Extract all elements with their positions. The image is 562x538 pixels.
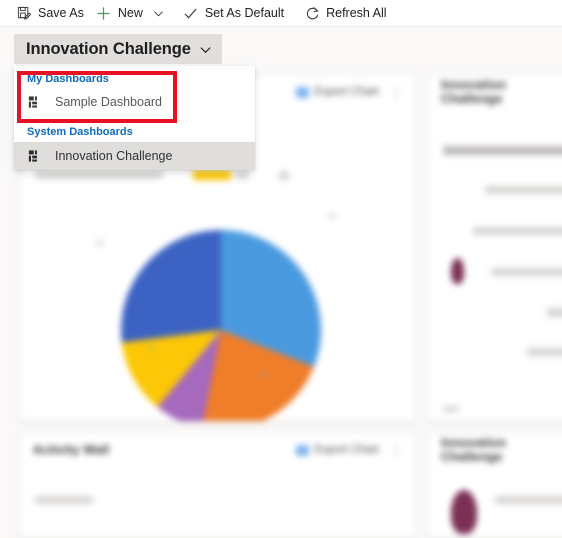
- tile-subtitle-ghost: [35, 171, 163, 179]
- new-button[interactable]: New: [90, 0, 149, 26]
- dashboard-icon: [27, 94, 43, 110]
- menu-item-label: Innovation Challenge: [55, 149, 173, 163]
- list-row-ghost: [547, 308, 562, 317]
- group-header-my-dashboards: My Dashboards: [27, 73, 109, 85]
- menu-item-sample-dashboard[interactable]: Sample Dashboard: [14, 89, 255, 114]
- legend-text-ghost: [235, 171, 249, 179]
- dashboard-selector-label: Innovation Challenge: [26, 39, 191, 58]
- tile-title: Innovation Challenge: [441, 78, 507, 106]
- menu-item-label: Sample Dashboard: [55, 94, 163, 109]
- list-row-ghost: [495, 496, 562, 504]
- new-dropdown-caret[interactable]: [149, 0, 169, 26]
- tile-filter-ghost: [279, 171, 289, 180]
- tile-subtitle-ghost: [35, 496, 93, 504]
- pie-slice-label: 12: [95, 239, 104, 248]
- export-chart-button[interactable]: Export Chart: [296, 444, 379, 456]
- list-row-ghost: [491, 268, 562, 276]
- set-as-default-button[interactable]: Set As Default: [177, 0, 290, 26]
- avatar: [451, 490, 477, 534]
- refresh-all-button[interactable]: Refresh All: [298, 0, 392, 26]
- export-chart-label: Export Chart: [314, 86, 379, 98]
- tile-header: Activity Wall Export Chart ⋮: [21, 434, 415, 466]
- dashboard-icon: [27, 148, 43, 164]
- tile-activity-wall[interactable]: Activity Wall Export Chart ⋮: [20, 433, 416, 538]
- export-chart-button[interactable]: Export Chart: [296, 86, 379, 98]
- tile-title: Activity Wall: [33, 443, 110, 457]
- chevron-down-icon: [199, 43, 212, 56]
- tile-innovation-challenge[interactable]: Innovation Challenge: [428, 75, 562, 422]
- set-as-default-label: Set As Default: [204, 6, 285, 20]
- list-row-ghost: [485, 186, 562, 194]
- pie-slice-label: 22: [259, 370, 268, 379]
- group-header-system-dashboards: System Dashboards: [27, 126, 133, 138]
- dashboard-selector-flyout: My Dashboards Sample Dashboard System Da…: [14, 66, 255, 170]
- tile-actions: Export Chart ⋮: [296, 443, 403, 457]
- tile-title: Innovation Challenge: [441, 436, 507, 464]
- list-row-ghost: [473, 227, 562, 235]
- plus-icon: [96, 5, 112, 21]
- export-chart-label: Export Chart: [314, 444, 379, 456]
- refresh-icon: [304, 5, 320, 21]
- save-as-icon: [16, 5, 32, 21]
- pie-slice-label: 31: [328, 212, 337, 221]
- tile-header: Innovation Challenge: [429, 76, 562, 108]
- pie-chart[interactable]: [121, 230, 321, 421]
- list-row-ghost: [527, 348, 562, 356]
- command-bar: Save As New Set As Default Refresh All: [0, 0, 562, 27]
- avatar: [451, 258, 464, 284]
- save-as-button[interactable]: Save As: [10, 0, 90, 26]
- tile-actions: Export Chart ⋮: [296, 85, 403, 99]
- tile-subtitle-ghost: [443, 146, 562, 155]
- excel-icon: [296, 86, 310, 98]
- more-vertical-icon[interactable]: ⋮: [389, 85, 403, 99]
- dashboard-selector-button[interactable]: Innovation Challenge: [14, 34, 222, 64]
- more-vertical-icon[interactable]: ⋮: [389, 443, 403, 457]
- save-as-label: Save As: [38, 6, 84, 20]
- chevron-down-icon: [154, 10, 164, 16]
- pager-ghost: [443, 406, 459, 412]
- pie-slice-label: 8: [149, 344, 154, 353]
- checkmark-icon: [183, 5, 199, 21]
- menu-item-innovation-challenge[interactable]: Innovation Challenge: [14, 142, 255, 170]
- excel-icon: [296, 444, 310, 456]
- tile-header: Innovation Challenge: [429, 434, 562, 466]
- legend-swatch-ghost: [193, 170, 231, 180]
- refresh-all-label: Refresh All: [326, 6, 387, 20]
- new-label: New: [117, 6, 143, 20]
- tile-top-contributors[interactable]: Innovation Challenge: [428, 433, 562, 538]
